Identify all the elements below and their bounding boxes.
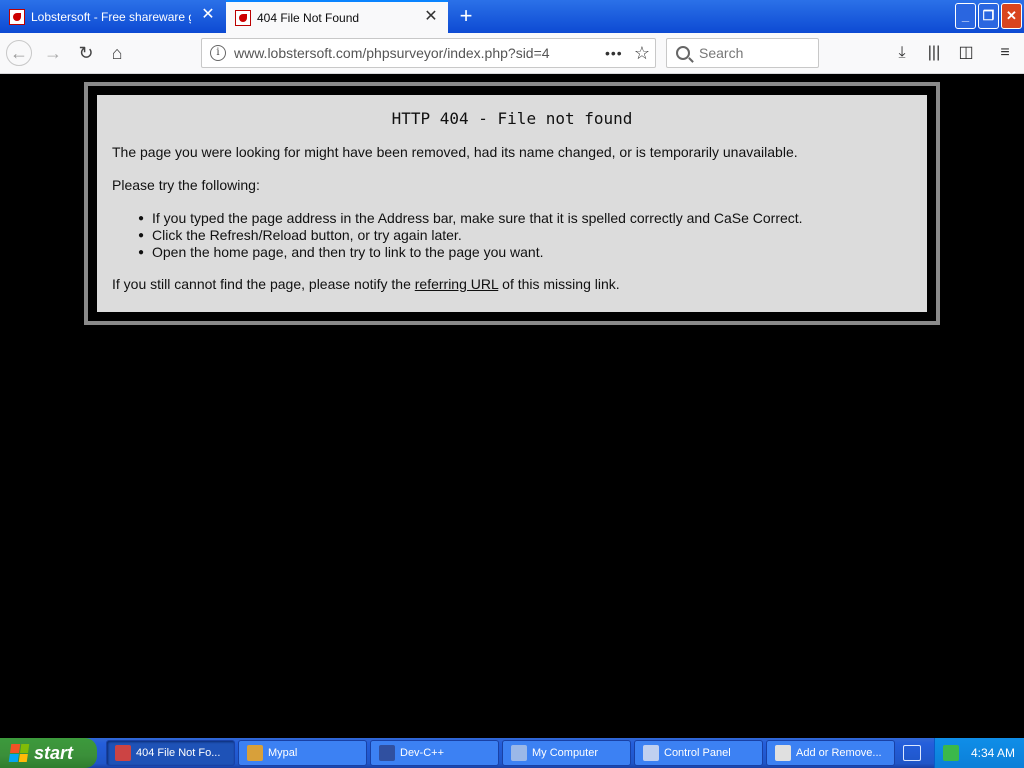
info-icon[interactable]: i: [210, 45, 226, 61]
search-placeholder: Search: [699, 45, 744, 61]
sidebar-icon[interactable]: ◫: [955, 42, 977, 64]
task-my-computer[interactable]: My Computer: [502, 740, 631, 766]
footer-text-before: If you still cannot find the page, pleas…: [112, 275, 415, 292]
taskbar: start 404 File Not Fo... Mypal Dev-C++ M…: [0, 738, 1024, 768]
download-icon[interactable]: ⤓: [891, 42, 913, 64]
home-icon: ⌂: [111, 42, 123, 63]
try-heading: Please try the following:: [112, 176, 260, 193]
bookmark-star-icon[interactable]: ☆: [629, 43, 655, 64]
lobster-app-icon: [115, 745, 131, 761]
reload-button[interactable]: ↻: [73, 40, 99, 66]
mypal-app-icon: [247, 745, 263, 761]
task-dev-cpp[interactable]: Dev-C++: [370, 740, 499, 766]
list-item: If you typed the page address in the Add…: [138, 210, 912, 227]
task-list: 404 File Not Fo... Mypal Dev-C++ My Comp…: [106, 740, 895, 766]
arrow-left-icon: ←: [10, 42, 28, 63]
tab-404[interactable]: 404 File Not Found ✕: [226, 0, 448, 33]
task-label: My Computer: [532, 747, 599, 759]
control-panel-icon: [643, 745, 659, 761]
lobster-favicon-icon: [235, 9, 251, 26]
windows-logo-icon: [8, 744, 30, 762]
suggestion-list: If you typed the page address in the Add…: [138, 210, 912, 261]
computer-icon: [511, 745, 527, 761]
arrow-right-icon: →: [44, 42, 62, 63]
close-window-button[interactable]: ✕: [1001, 3, 1022, 29]
back-button[interactable]: ←: [6, 40, 32, 66]
tab-title: Lobstersoft - Free shareware gam: [31, 9, 191, 24]
error-intro: The page you were looking for might have…: [112, 144, 798, 160]
list-item: Open the home page, and then try to link…: [138, 244, 912, 261]
search-icon: [676, 46, 690, 60]
footer-text-after: of this missing link.: [498, 275, 620, 292]
task-label: Add or Remove...: [796, 747, 882, 759]
tab-lobstersoft[interactable]: Lobstersoft - Free shareware gam ✕: [0, 0, 225, 33]
task-label: Dev-C++: [400, 747, 445, 759]
forward-button[interactable]: →: [40, 40, 66, 66]
system-tray: 4:34 AM: [934, 738, 1024, 768]
search-input[interactable]: Search: [666, 38, 819, 68]
error-panel: HTTP 404 - File not found The page you w…: [97, 95, 927, 312]
clock[interactable]: 4:34 AM: [971, 746, 1015, 760]
tab-title: 404 File Not Found: [257, 10, 360, 25]
page-content: HTTP 404 - File not found The page you w…: [0, 75, 1024, 738]
nav-toolbar: ← → ↻ ⌂ i www.lobstersoft.com/phpsurveyo…: [0, 33, 1024, 74]
close-icon: ✕: [1006, 8, 1017, 23]
url-text[interactable]: www.lobstersoft.com/phpsurveyor/index.ph…: [234, 45, 605, 61]
library-icon[interactable]: |||: [923, 42, 945, 64]
task-label: 404 File Not Fo...: [136, 747, 221, 759]
task-control-panel[interactable]: Control Panel: [634, 740, 763, 766]
restore-button[interactable]: ❐: [978, 3, 999, 29]
close-icon[interactable]: ✕: [201, 7, 215, 23]
task-mypal[interactable]: Mypal: [238, 740, 367, 766]
task-label: Control Panel: [664, 747, 731, 759]
minimize-icon: _: [961, 8, 970, 23]
close-icon[interactable]: ✕: [424, 9, 438, 25]
lobster-favicon-icon: [9, 8, 25, 25]
referring-url-link[interactable]: referring URL: [415, 276, 499, 292]
restore-icon: ❐: [982, 8, 995, 23]
home-button[interactable]: ⌂: [104, 40, 130, 66]
reload-icon: ↻: [78, 42, 94, 63]
task-add-or-remove[interactable]: Add or Remove...: [766, 740, 895, 766]
start-button[interactable]: start: [0, 738, 97, 768]
network-icon[interactable]: [943, 745, 959, 761]
browser-tab-strip: Lobstersoft - Free shareware gam ✕ 404 F…: [0, 0, 1024, 33]
dev-cpp-app-icon: [379, 745, 395, 761]
list-item: Click the Refresh/Reload button, or try …: [138, 227, 912, 244]
keyboard-icon[interactable]: [903, 745, 921, 761]
page-actions-icon[interactable]: •••: [605, 45, 629, 61]
task-label: Mypal: [268, 747, 298, 759]
start-label: start: [34, 742, 74, 763]
task-404-file-not-found[interactable]: 404 File Not Fo...: [106, 740, 235, 766]
error-title: HTTP 404 - File not found: [391, 109, 633, 128]
error-footer: If you still cannot find the page, pleas…: [112, 276, 912, 293]
error-box: HTTP 404 - File not found The page you w…: [84, 82, 940, 325]
new-tab-button[interactable]: +: [455, 5, 477, 27]
add-remove-programs-icon: [775, 745, 791, 761]
address-bar[interactable]: i www.lobstersoft.com/phpsurveyor/index.…: [201, 38, 656, 68]
minimize-button[interactable]: _: [955, 3, 976, 29]
hamburger-menu-icon[interactable]: ≡: [994, 42, 1016, 64]
